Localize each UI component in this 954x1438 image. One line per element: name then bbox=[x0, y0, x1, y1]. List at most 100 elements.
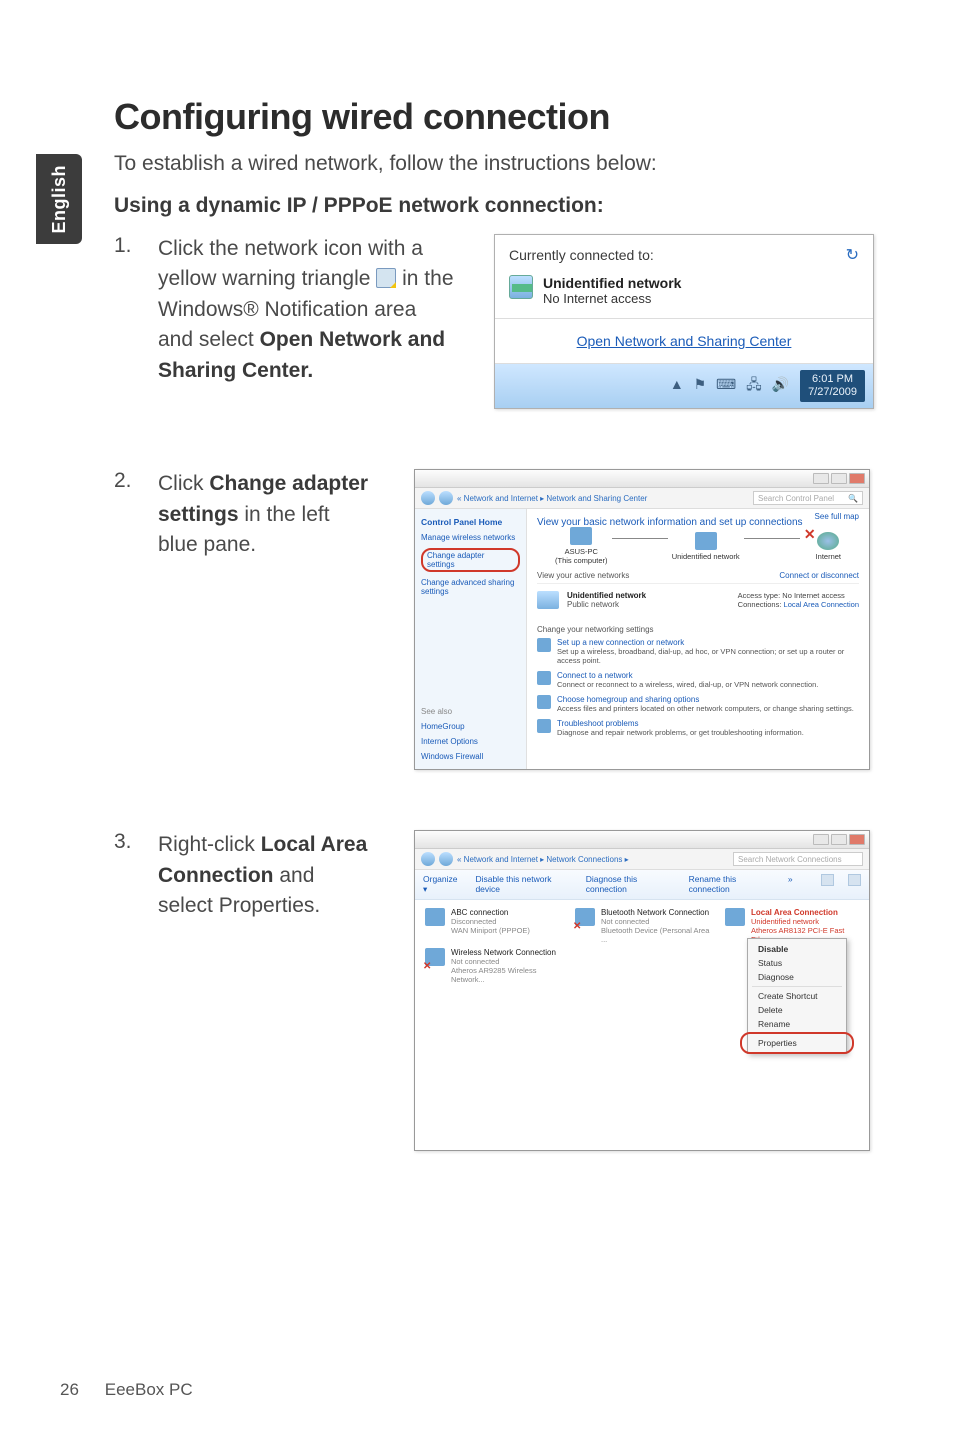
active-network-name: Unidentified network bbox=[567, 591, 730, 600]
homegroup-options-icon bbox=[537, 695, 551, 709]
step-1-row: 1. Click the network icon with a yellow … bbox=[114, 234, 874, 409]
breadcrumb[interactable]: « Network and Internet ▸ Network and Sha… bbox=[457, 494, 749, 503]
connect-network-icon bbox=[537, 671, 551, 685]
change-settings-header: Change your networking settings bbox=[537, 625, 859, 634]
change-advanced-sharing-link[interactable]: Change advanced sharing settings bbox=[421, 578, 520, 596]
menu-disable[interactable]: Disable bbox=[748, 942, 846, 956]
search-input[interactable]: Search Control Panel🔍 bbox=[753, 491, 863, 505]
network-status: No Internet access bbox=[543, 291, 681, 306]
connection-icon bbox=[425, 948, 445, 966]
maximize-button[interactable] bbox=[831, 473, 847, 484]
troubleshoot-link[interactable]: Troubleshoot problems bbox=[557, 719, 804, 728]
window-titlebar bbox=[415, 470, 869, 488]
page-footer: 26 EeeBox PC bbox=[60, 1380, 193, 1400]
connection-abc[interactable]: ABC connectionDisconnectedWAN Miniport (… bbox=[425, 908, 565, 935]
window-titlebar bbox=[415, 831, 869, 849]
organize-menu[interactable]: Organize ▾ bbox=[423, 874, 461, 895]
map-node-network: Unidentified network bbox=[672, 532, 740, 561]
breadcrumb[interactable]: « Network and Internet ▸ Network Connect… bbox=[457, 855, 729, 864]
step-1-screenshot: Currently connected to: ↻ Unidentified n… bbox=[494, 234, 874, 409]
step-2-text-a: Click bbox=[158, 472, 209, 495]
step-2-number: 2. bbox=[114, 469, 158, 560]
minimize-button[interactable] bbox=[813, 834, 829, 845]
step-1-text: Click the network icon with a yellow war… bbox=[158, 234, 464, 386]
step-3-text-a: Right-click bbox=[158, 833, 261, 856]
step-1-number: 1. bbox=[114, 234, 158, 386]
step-2-row: 2. Click Change adapter settings in the … bbox=[114, 469, 874, 770]
toolbar-overflow[interactable]: » bbox=[788, 874, 793, 895]
windows-firewall-link[interactable]: Windows Firewall bbox=[421, 752, 520, 761]
homegroup-options-link[interactable]: Choose homegroup and sharing options bbox=[557, 695, 854, 704]
language-tab: English bbox=[36, 154, 82, 244]
menu-properties[interactable]: Properties bbox=[748, 1036, 846, 1050]
homegroup-link[interactable]: HomeGroup bbox=[421, 722, 520, 731]
menu-create-shortcut[interactable]: Create Shortcut bbox=[748, 989, 846, 1003]
rename-connection-button[interactable]: Rename this connection bbox=[689, 874, 774, 895]
toolbar: Organize ▾ Disable this network device D… bbox=[415, 870, 869, 900]
manage-wireless-link[interactable]: Manage wireless networks bbox=[421, 533, 520, 542]
network-icon bbox=[509, 275, 533, 299]
network-warning-icon bbox=[376, 268, 396, 288]
local-area-connection-link[interactable]: Local Area Connection bbox=[784, 600, 859, 609]
step-3-text: Right-click Local Area Connection and se… bbox=[158, 830, 384, 921]
intro-text: To establish a wired network, follow the… bbox=[114, 152, 874, 176]
help-button[interactable] bbox=[848, 874, 861, 886]
menu-delete[interactable]: Delete bbox=[748, 1003, 846, 1017]
section-subhead: Using a dynamic IP / PPPoE network conne… bbox=[114, 194, 874, 218]
context-menu: Disable Status Diagnose Create Shortcut … bbox=[747, 938, 847, 1054]
maximize-button[interactable] bbox=[831, 834, 847, 845]
step-2-text: Click Change adapter settings in the lef… bbox=[158, 469, 384, 560]
forward-button[interactable] bbox=[439, 491, 453, 505]
map-node-pc: ASUS-PC(This computer) bbox=[555, 527, 608, 565]
menu-diagnose[interactable]: Diagnose bbox=[748, 970, 846, 984]
back-button[interactable] bbox=[421, 852, 435, 866]
menu-rename[interactable]: Rename bbox=[748, 1017, 846, 1031]
connection-icon bbox=[425, 908, 445, 926]
minimize-button[interactable] bbox=[813, 473, 829, 484]
main-content: Configuring wired connection To establis… bbox=[114, 96, 874, 1211]
popup-header: Currently connected to: bbox=[509, 247, 654, 263]
map-broken-icon: ✕ bbox=[804, 526, 816, 543]
open-network-center-link[interactable]: Open Network and Sharing Center bbox=[577, 333, 792, 349]
back-button[interactable] bbox=[421, 491, 435, 505]
forward-button[interactable] bbox=[439, 852, 453, 866]
connection-wireless[interactable]: Wireless Network ConnectionNot connected… bbox=[425, 948, 565, 984]
tray-clock[interactable]: 6:01 PM 7/27/2009 bbox=[800, 370, 865, 402]
tray-icons[interactable]: ▲ ⚑ ⌨ 🖧 🔊 bbox=[670, 374, 792, 398]
search-icon: 🔍 bbox=[848, 494, 858, 503]
tray-date: 7/27/2009 bbox=[808, 386, 857, 399]
connect-network-link[interactable]: Connect to a network bbox=[557, 671, 818, 680]
diagnose-connection-button[interactable]: Diagnose this connection bbox=[586, 874, 675, 895]
close-button[interactable] bbox=[849, 473, 865, 484]
map-node-internet: Internet bbox=[816, 532, 841, 561]
right-pane: View your basic network information and … bbox=[527, 509, 869, 769]
disable-device-button[interactable]: Disable this network device bbox=[475, 874, 571, 895]
connect-disconnect-link[interactable]: Connect or disconnect bbox=[779, 571, 859, 580]
connection-bluetooth[interactable]: Bluetooth Network ConnectionNot connecte… bbox=[575, 908, 715, 944]
product-name: EeeBox PC bbox=[105, 1380, 193, 1399]
troubleshoot-icon bbox=[537, 719, 551, 733]
language-tab-label: English bbox=[49, 165, 70, 234]
refresh-icon[interactable]: ↻ bbox=[846, 245, 859, 265]
step-3-screenshot: « Network and Internet ▸ Network Connect… bbox=[414, 830, 874, 1151]
internet-options-link[interactable]: Internet Options bbox=[421, 737, 520, 746]
search-input[interactable]: Search Network Connections bbox=[733, 852, 863, 866]
network-name: Unidentified network bbox=[543, 275, 681, 291]
step-3-row: 3. Right-click Local Area Connection and… bbox=[114, 830, 874, 1151]
setup-connection-icon bbox=[537, 638, 551, 652]
active-network-type: Public network bbox=[567, 600, 730, 609]
control-panel-home-link[interactable]: Control Panel Home bbox=[421, 517, 520, 527]
menu-status[interactable]: Status bbox=[748, 956, 846, 970]
connection-icon bbox=[725, 908, 745, 926]
step-3-number: 3. bbox=[114, 830, 158, 921]
network-popup: Currently connected to: ↻ Unidentified n… bbox=[494, 234, 874, 409]
step-2-screenshot: « Network and Internet ▸ Network and Sha… bbox=[414, 469, 874, 770]
change-adapter-settings-link[interactable]: Change adapter settings bbox=[421, 548, 520, 572]
connections-area: ABC connectionDisconnectedWAN Miniport (… bbox=[415, 900, 869, 1150]
close-button[interactable] bbox=[849, 834, 865, 845]
page-number: 26 bbox=[60, 1380, 100, 1400]
active-network-icon bbox=[537, 591, 559, 609]
view-button[interactable] bbox=[821, 874, 834, 886]
setup-connection-link[interactable]: Set up a new connection or network bbox=[557, 638, 859, 647]
connection-icon bbox=[575, 908, 595, 926]
